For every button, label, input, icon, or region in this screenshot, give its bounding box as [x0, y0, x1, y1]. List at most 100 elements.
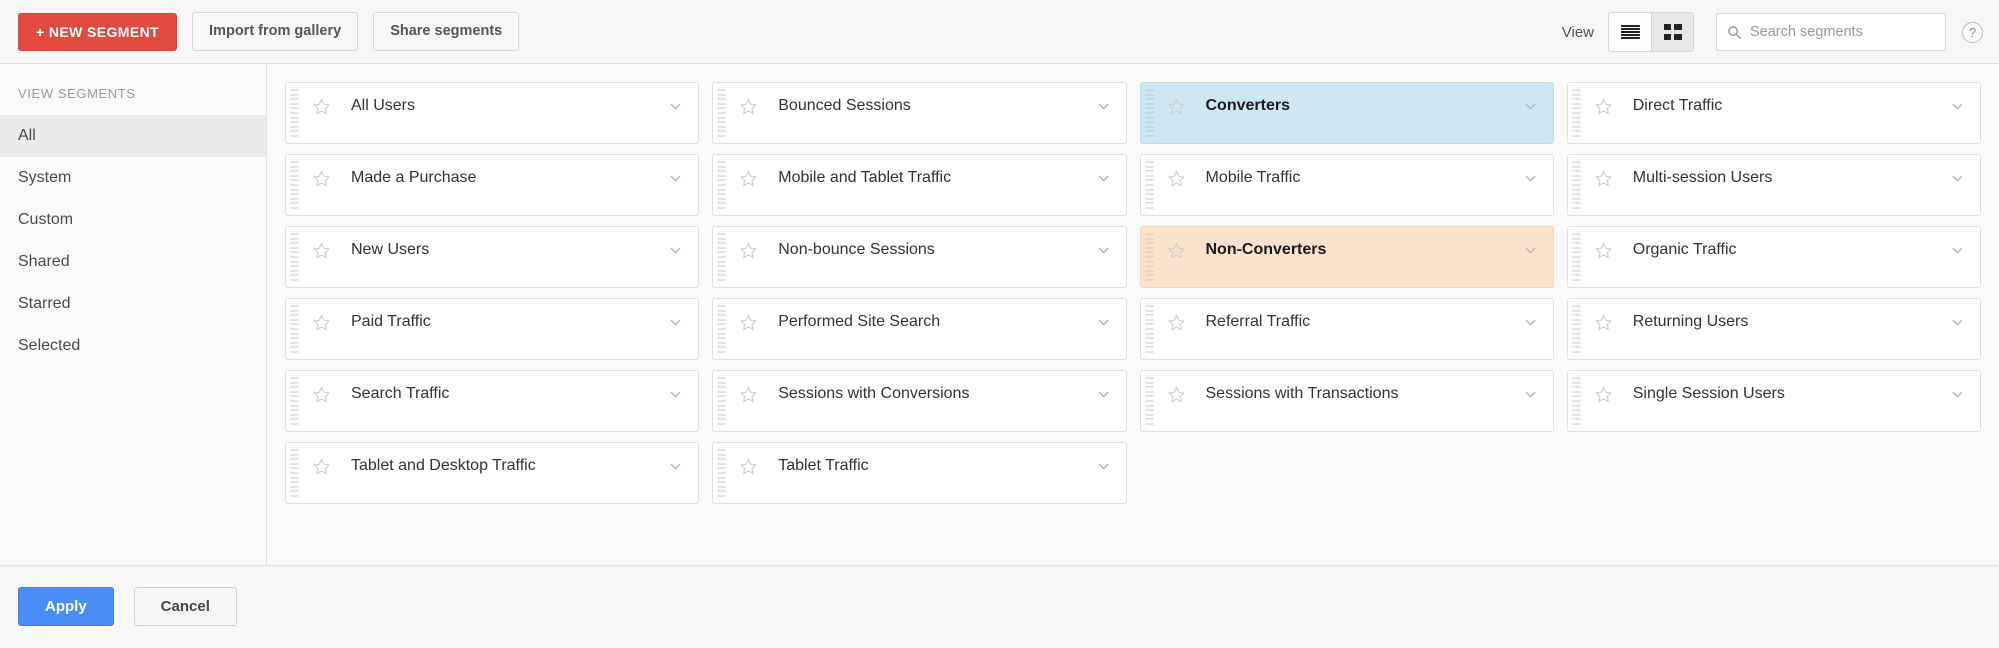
share-segments-button[interactable]: Share segments: [373, 12, 519, 51]
drag-handle-icon[interactable]: [290, 233, 299, 281]
chevron-down-icon[interactable]: [1095, 98, 1112, 115]
segment-card[interactable]: Non-Converters: [1140, 226, 1554, 288]
list-view-button[interactable]: [1609, 13, 1651, 51]
segment-card[interactable]: Paid Traffic: [285, 298, 699, 360]
segment-card[interactable]: Non-bounce Sessions: [712, 226, 1126, 288]
star-outline-icon[interactable]: [312, 313, 331, 332]
chevron-down-icon[interactable]: [1095, 314, 1112, 331]
chevron-down-icon[interactable]: [1522, 170, 1539, 187]
sidebar-item-selected[interactable]: Selected: [0, 325, 266, 367]
chevron-down-icon[interactable]: [1522, 98, 1539, 115]
sidebar-item-shared[interactable]: Shared: [0, 241, 266, 283]
chevron-down-icon[interactable]: [667, 170, 684, 187]
drag-handle-icon[interactable]: [290, 449, 299, 497]
segment-card[interactable]: Made a Purchase: [285, 154, 699, 216]
drag-handle-icon[interactable]: [717, 377, 726, 425]
star-outline-icon[interactable]: [1594, 385, 1613, 404]
segment-card[interactable]: Performed Site Search: [712, 298, 1126, 360]
drag-handle-icon[interactable]: [1145, 89, 1154, 137]
star-outline-icon[interactable]: [1594, 97, 1613, 116]
drag-handle-icon[interactable]: [1145, 161, 1154, 209]
sidebar-item-all[interactable]: All: [0, 115, 266, 157]
star-outline-icon[interactable]: [1167, 97, 1186, 116]
chevron-down-icon[interactable]: [1095, 242, 1112, 259]
chevron-down-icon[interactable]: [667, 458, 684, 475]
star-outline-icon[interactable]: [739, 169, 758, 188]
star-outline-icon[interactable]: [1594, 241, 1613, 260]
segment-card[interactable]: New Users: [285, 226, 699, 288]
import-from-gallery-button[interactable]: Import from gallery: [192, 12, 358, 51]
chevron-down-icon[interactable]: [1949, 314, 1966, 331]
drag-handle-icon[interactable]: [290, 89, 299, 137]
segment-card[interactable]: Multi-session Users: [1567, 154, 1981, 216]
star-outline-icon[interactable]: [739, 385, 758, 404]
chevron-down-icon[interactable]: [667, 314, 684, 331]
segment-card[interactable]: Mobile and Tablet Traffic: [712, 154, 1126, 216]
drag-handle-icon[interactable]: [290, 377, 299, 425]
grid-view-button[interactable]: [1651, 13, 1693, 51]
star-outline-icon[interactable]: [312, 457, 331, 476]
drag-handle-icon[interactable]: [717, 233, 726, 281]
star-outline-icon[interactable]: [739, 97, 758, 116]
drag-handle-icon[interactable]: [1572, 377, 1581, 425]
segment-card[interactable]: Sessions with Transactions: [1140, 370, 1554, 432]
segment-card[interactable]: Direct Traffic: [1567, 82, 1981, 144]
star-outline-icon[interactable]: [312, 241, 331, 260]
drag-handle-icon[interactable]: [717, 161, 726, 209]
drag-handle-icon[interactable]: [717, 305, 726, 353]
segment-card[interactable]: Single Session Users: [1567, 370, 1981, 432]
segment-card[interactable]: Search Traffic: [285, 370, 699, 432]
new-segment-button[interactable]: + NEW SEGMENT: [18, 13, 177, 51]
chevron-down-icon[interactable]: [1522, 314, 1539, 331]
segment-card[interactable]: Mobile Traffic: [1140, 154, 1554, 216]
drag-handle-icon[interactable]: [1572, 89, 1581, 137]
segment-card[interactable]: Organic Traffic: [1567, 226, 1981, 288]
drag-handle-icon[interactable]: [1572, 305, 1581, 353]
star-outline-icon[interactable]: [739, 457, 758, 476]
segment-card[interactable]: All Users: [285, 82, 699, 144]
star-outline-icon[interactable]: [312, 97, 331, 116]
chevron-down-icon[interactable]: [1949, 170, 1966, 187]
chevron-down-icon[interactable]: [667, 98, 684, 115]
drag-handle-icon[interactable]: [1572, 161, 1581, 209]
sidebar-item-system[interactable]: System: [0, 157, 266, 199]
star-outline-icon[interactable]: [312, 169, 331, 188]
chevron-down-icon[interactable]: [1095, 170, 1112, 187]
chevron-down-icon[interactable]: [1095, 458, 1112, 475]
star-outline-icon[interactable]: [1167, 169, 1186, 188]
drag-handle-icon[interactable]: [1145, 305, 1154, 353]
star-outline-icon[interactable]: [739, 241, 758, 260]
chevron-down-icon[interactable]: [667, 242, 684, 259]
drag-handle-icon[interactable]: [1145, 377, 1154, 425]
chevron-down-icon[interactable]: [1949, 98, 1966, 115]
search-input[interactable]: [1750, 24, 1935, 40]
chevron-down-icon[interactable]: [1522, 242, 1539, 259]
chevron-down-icon[interactable]: [667, 386, 684, 403]
star-outline-icon[interactable]: [1594, 313, 1613, 332]
chevron-down-icon[interactable]: [1095, 386, 1112, 403]
segment-card[interactable]: Converters: [1140, 82, 1554, 144]
chevron-down-icon[interactable]: [1949, 386, 1966, 403]
sidebar-item-custom[interactable]: Custom: [0, 199, 266, 241]
star-outline-icon[interactable]: [1167, 313, 1186, 332]
segment-card[interactable]: Sessions with Conversions: [712, 370, 1126, 432]
drag-handle-icon[interactable]: [717, 449, 726, 497]
chevron-down-icon[interactable]: [1522, 386, 1539, 403]
star-outline-icon[interactable]: [739, 313, 758, 332]
segment-card[interactable]: Tablet and Desktop Traffic: [285, 442, 699, 504]
cancel-button[interactable]: Cancel: [134, 587, 237, 626]
chevron-down-icon[interactable]: [1949, 242, 1966, 259]
segment-card[interactable]: Tablet Traffic: [712, 442, 1126, 504]
star-outline-icon[interactable]: [1167, 241, 1186, 260]
segment-card[interactable]: Referral Traffic: [1140, 298, 1554, 360]
search-segments-box[interactable]: [1716, 13, 1946, 51]
drag-handle-icon[interactable]: [717, 89, 726, 137]
drag-handle-icon[interactable]: [290, 161, 299, 209]
apply-button[interactable]: Apply: [18, 587, 114, 626]
sidebar-item-starred[interactable]: Starred: [0, 283, 266, 325]
drag-handle-icon[interactable]: [1572, 233, 1581, 281]
drag-handle-icon[interactable]: [1145, 233, 1154, 281]
star-outline-icon[interactable]: [1594, 169, 1613, 188]
segment-card[interactable]: Returning Users: [1567, 298, 1981, 360]
segment-card[interactable]: Bounced Sessions: [712, 82, 1126, 144]
